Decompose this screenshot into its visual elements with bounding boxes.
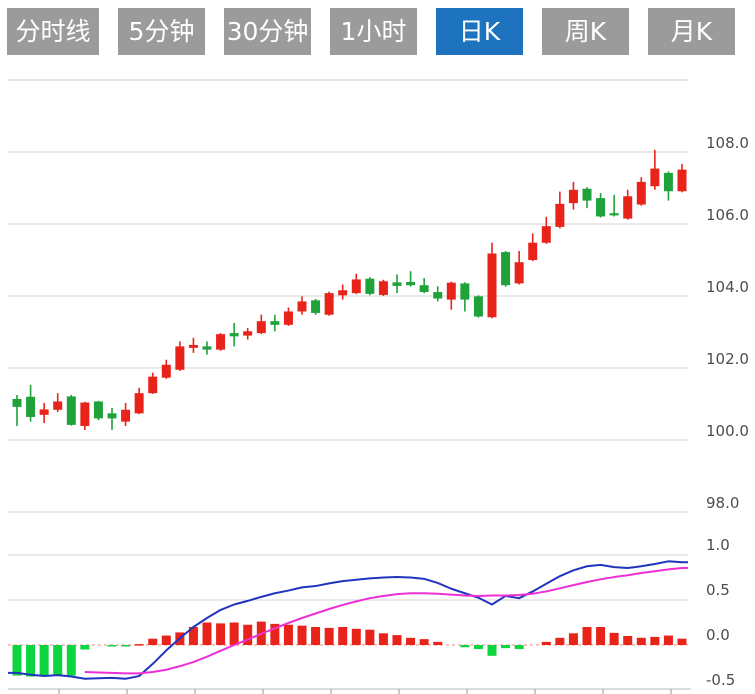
tab-30min[interactable]: 30分钟 (224, 8, 311, 55)
kline-app: { "toolbar": { "tabs": [ {"label": "分时线"… (0, 0, 755, 694)
tab-1hour[interactable]: 1小时 (330, 8, 417, 55)
kline-chart[interactable]: 108.0 106.0 104.0 102.0 100.0 98.0 1.0 0.5 0.0 -… (0, 0, 755, 694)
candlesticks-layer (13, 150, 687, 430)
tab-daily-k[interactable]: 日K (436, 8, 523, 55)
macd-axis-labels: 1.0 0.5 0.0 -0.5 (706, 536, 735, 689)
svg-text:104.0: 104.0 (706, 278, 749, 296)
tab-5min[interactable]: 5分钟 (118, 8, 205, 55)
tab-weekly-k[interactable]: 周K (542, 8, 629, 55)
x-axis (8, 689, 691, 694)
svg-text:0.0: 0.0 (706, 626, 730, 644)
tab-time-line[interactable]: 分时线 (7, 8, 99, 55)
price-gridlines (8, 80, 688, 512)
svg-text:108.0: 108.0 (706, 134, 749, 152)
svg-text:102.0: 102.0 (706, 350, 749, 368)
svg-text:106.0: 106.0 (706, 206, 749, 224)
svg-text:0.5: 0.5 (706, 581, 730, 599)
svg-text:1.0: 1.0 (706, 536, 730, 554)
svg-text:98.0: 98.0 (706, 494, 739, 512)
interval-tabbar: 分时线 5分钟 30分钟 1小时 日K 周K 月K (7, 8, 735, 55)
macd-dif-dea-lines (8, 561, 688, 678)
macd-histogram (13, 622, 687, 677)
svg-text:100.0: 100.0 (706, 422, 749, 440)
price-axis-labels: 108.0 106.0 104.0 102.0 100.0 98.0 (706, 134, 749, 512)
tab-monthly-k[interactable]: 月K (648, 8, 735, 55)
svg-text:-0.5: -0.5 (706, 671, 735, 689)
